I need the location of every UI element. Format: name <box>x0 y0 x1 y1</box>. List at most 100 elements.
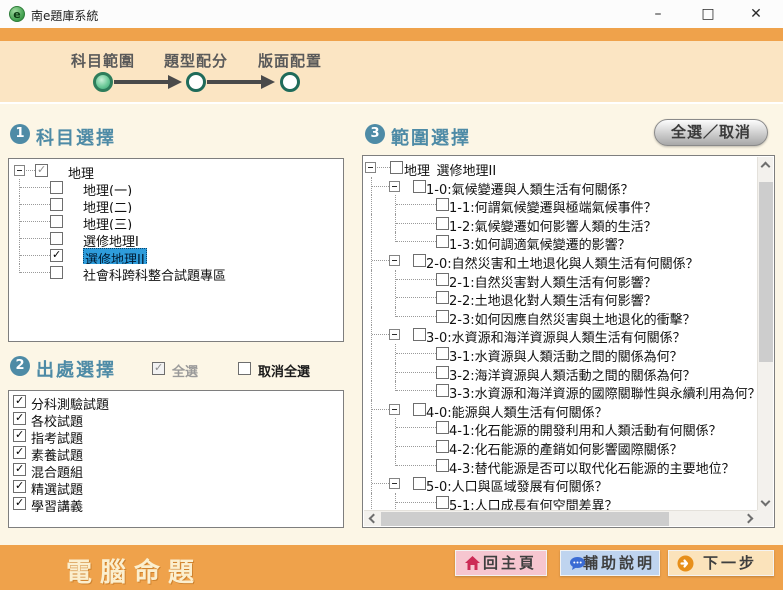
range-tree-row[interactable]: 1-0:氣候變遷與人類生活有何關係？ <box>363 177 757 196</box>
source-list-item[interactable]: 分科測驗試題 <box>9 393 343 410</box>
range-checkbox[interactable] <box>436 366 449 379</box>
select-all-checkbox[interactable] <box>152 362 165 375</box>
tree-connector <box>371 418 372 437</box>
subject-tree-row[interactable]: 社會科跨科整合試題專區 <box>9 264 343 281</box>
range-checkbox[interactable] <box>436 440 449 453</box>
chat-icon <box>569 555 586 572</box>
range-checkbox[interactable] <box>413 403 426 416</box>
tree-item-label: 選修地理II <box>83 248 147 264</box>
range-checkbox[interactable] <box>436 347 449 360</box>
next-button[interactable]: 下一步 <box>668 550 774 576</box>
expand-collapse-icon[interactable] <box>365 162 376 173</box>
step-label-2: 題型配分 <box>151 50 241 71</box>
source-list-item[interactable]: 學習講義 <box>9 495 343 512</box>
expand-collapse-icon[interactable] <box>389 404 400 415</box>
range-checkbox[interactable] <box>436 459 449 472</box>
horizontal-scrollbar[interactable] <box>364 510 758 526</box>
subject-tree-row[interactable]: 地理(三) <box>9 213 343 230</box>
range-item-label: 4-1:化石能源的開發利用和人類活動有何關係？ <box>449 420 722 437</box>
subject-tree-row[interactable]: 地理(二) <box>9 196 343 213</box>
tree-connector <box>396 353 436 354</box>
scroll-right-button[interactable] <box>742 511 758 527</box>
range-tree-row[interactable]: 地理_選修地理II <box>363 158 757 177</box>
tree-checkbox[interactable] <box>50 266 63 279</box>
vertical-scrollbar[interactable] <box>757 157 773 511</box>
range-checkbox[interactable] <box>436 198 449 211</box>
range-checkbox[interactable] <box>413 477 426 490</box>
range-checkbox[interactable] <box>413 328 426 341</box>
subject-tree-row[interactable]: 地理 <box>9 162 343 179</box>
scroll-down-button[interactable] <box>758 495 774 511</box>
range-tree-row[interactable]: 3-1:水資源與人類活動之間的關係為何？ <box>363 344 757 363</box>
source-list-item[interactable]: 混合題組 <box>9 461 343 478</box>
scroll-left-button[interactable] <box>364 511 380 527</box>
range-checkbox[interactable] <box>436 384 449 397</box>
range-checkbox[interactable] <box>413 254 426 267</box>
range-checkbox[interactable] <box>436 235 449 248</box>
tree-checkbox[interactable] <box>50 181 63 194</box>
tree-checkbox[interactable] <box>50 249 63 262</box>
range-checkbox[interactable] <box>413 180 426 193</box>
tree-checkbox[interactable] <box>50 198 63 211</box>
tree-checkbox[interactable] <box>35 164 48 177</box>
horizontal-scroll-thumb[interactable] <box>381 512 669 526</box>
deselect-all-checkbox[interactable] <box>238 362 251 375</box>
range-tree-row[interactable]: 2-3:如何因應自然災害與土地退化的衝擊？ <box>363 307 757 326</box>
source-list-item[interactable]: 精選試題 <box>9 478 343 495</box>
range-tree-row[interactable]: 4-3:替代能源是否可以取代化石能源的主要地位？ <box>363 456 757 475</box>
tree-checkbox[interactable] <box>50 215 63 228</box>
source-checkbox[interactable] <box>13 412 26 425</box>
range-item-label: 1-3:如何調適氣候變遷的影響？ <box>449 234 631 251</box>
expand-collapse-icon[interactable] <box>389 478 400 489</box>
range-checkbox[interactable] <box>390 161 403 174</box>
expand-collapse-icon[interactable] <box>389 255 400 266</box>
help-button[interactable]: 輔助說明 <box>560 550 660 576</box>
subject-tree-row[interactable]: 選修地理II <box>9 247 343 264</box>
source-checkbox[interactable] <box>13 497 26 510</box>
source-list-item[interactable]: 素養試題 <box>9 444 343 461</box>
close-button[interactable]: ✕ <box>734 0 778 28</box>
range-tree-row[interactable]: 2-2:土地退化對人類生活有何影響？ <box>363 288 757 307</box>
minimize-button[interactable]: – <box>636 0 680 28</box>
expand-collapse-icon[interactable] <box>389 181 400 192</box>
range-checkbox[interactable] <box>436 310 449 323</box>
select-toggle-button[interactable]: 全選／取消 <box>654 119 768 146</box>
range-checkbox[interactable] <box>436 291 449 304</box>
range-tree-row[interactable]: 5-1:人口成長有何空間差異？ <box>363 493 757 511</box>
range-tree-row[interactable]: 2-0:自然災害和土地退化與人類生活有何關係？ <box>363 251 757 270</box>
home-button[interactable]: 回主頁 <box>455 550 547 576</box>
tree-connector <box>372 483 389 484</box>
range-tree-row[interactable]: 3-2:海洋資源與人類活動之間的關係為何？ <box>363 363 757 382</box>
range-checkbox[interactable] <box>436 217 449 230</box>
maximize-button[interactable]: □ <box>686 0 730 28</box>
vertical-scroll-thumb[interactable] <box>759 182 773 362</box>
range-tree-row[interactable]: 3-3:水資源和海洋資源的國際關聯性與永續利用為何？ <box>363 381 757 400</box>
subject-tree-row[interactable]: 地理(一) <box>9 179 343 196</box>
range-checkbox[interactable] <box>436 496 449 509</box>
source-list-item[interactable]: 各校試題 <box>9 410 343 427</box>
expand-collapse-icon[interactable] <box>14 165 25 176</box>
range-tree-row[interactable]: 5-0:人口與區域發展有何關係？ <box>363 474 757 493</box>
scroll-up-button[interactable] <box>758 157 774 173</box>
range-tree-row[interactable]: 4-1:化石能源的開發利用和人類活動有何關係？ <box>363 418 757 437</box>
range-tree-row[interactable]: 4-0:能源與人類生活有何關係？ <box>363 400 757 419</box>
tree-connector <box>372 334 389 335</box>
range-tree-row[interactable]: 4-2:化石能源的產銷如何影響國際關係？ <box>363 437 757 456</box>
range-tree-row[interactable]: 1-2:氣候變遷如何影響人類的生活？ <box>363 214 757 233</box>
source-checkbox[interactable] <box>13 446 26 459</box>
range-tree-row[interactable]: 1-1:何謂氣候變遷與極端氣候事件？ <box>363 195 757 214</box>
source-checkbox[interactable] <box>13 480 26 493</box>
subject-tree-row[interactable]: 選修地理I <box>9 230 343 247</box>
source-list-item[interactable]: 指考試題 <box>9 427 343 444</box>
tree-checkbox[interactable] <box>50 232 63 245</box>
range-checkbox[interactable] <box>436 421 449 434</box>
range-checkbox[interactable] <box>436 273 449 286</box>
range-tree-row[interactable]: 2-1:自然災害對人類生活有何影響？ <box>363 270 757 289</box>
range-tree-row[interactable]: 3-0:水資源和海洋資源與人類生活有何關係？ <box>363 325 757 344</box>
source-checkbox[interactable] <box>13 463 26 476</box>
tree-connector <box>372 186 389 187</box>
range-tree-row[interactable]: 1-3:如何調適氣候變遷的影響？ <box>363 232 757 251</box>
expand-collapse-icon[interactable] <box>389 329 400 340</box>
source-checkbox[interactable] <box>13 429 26 442</box>
source-checkbox[interactable] <box>13 395 26 408</box>
